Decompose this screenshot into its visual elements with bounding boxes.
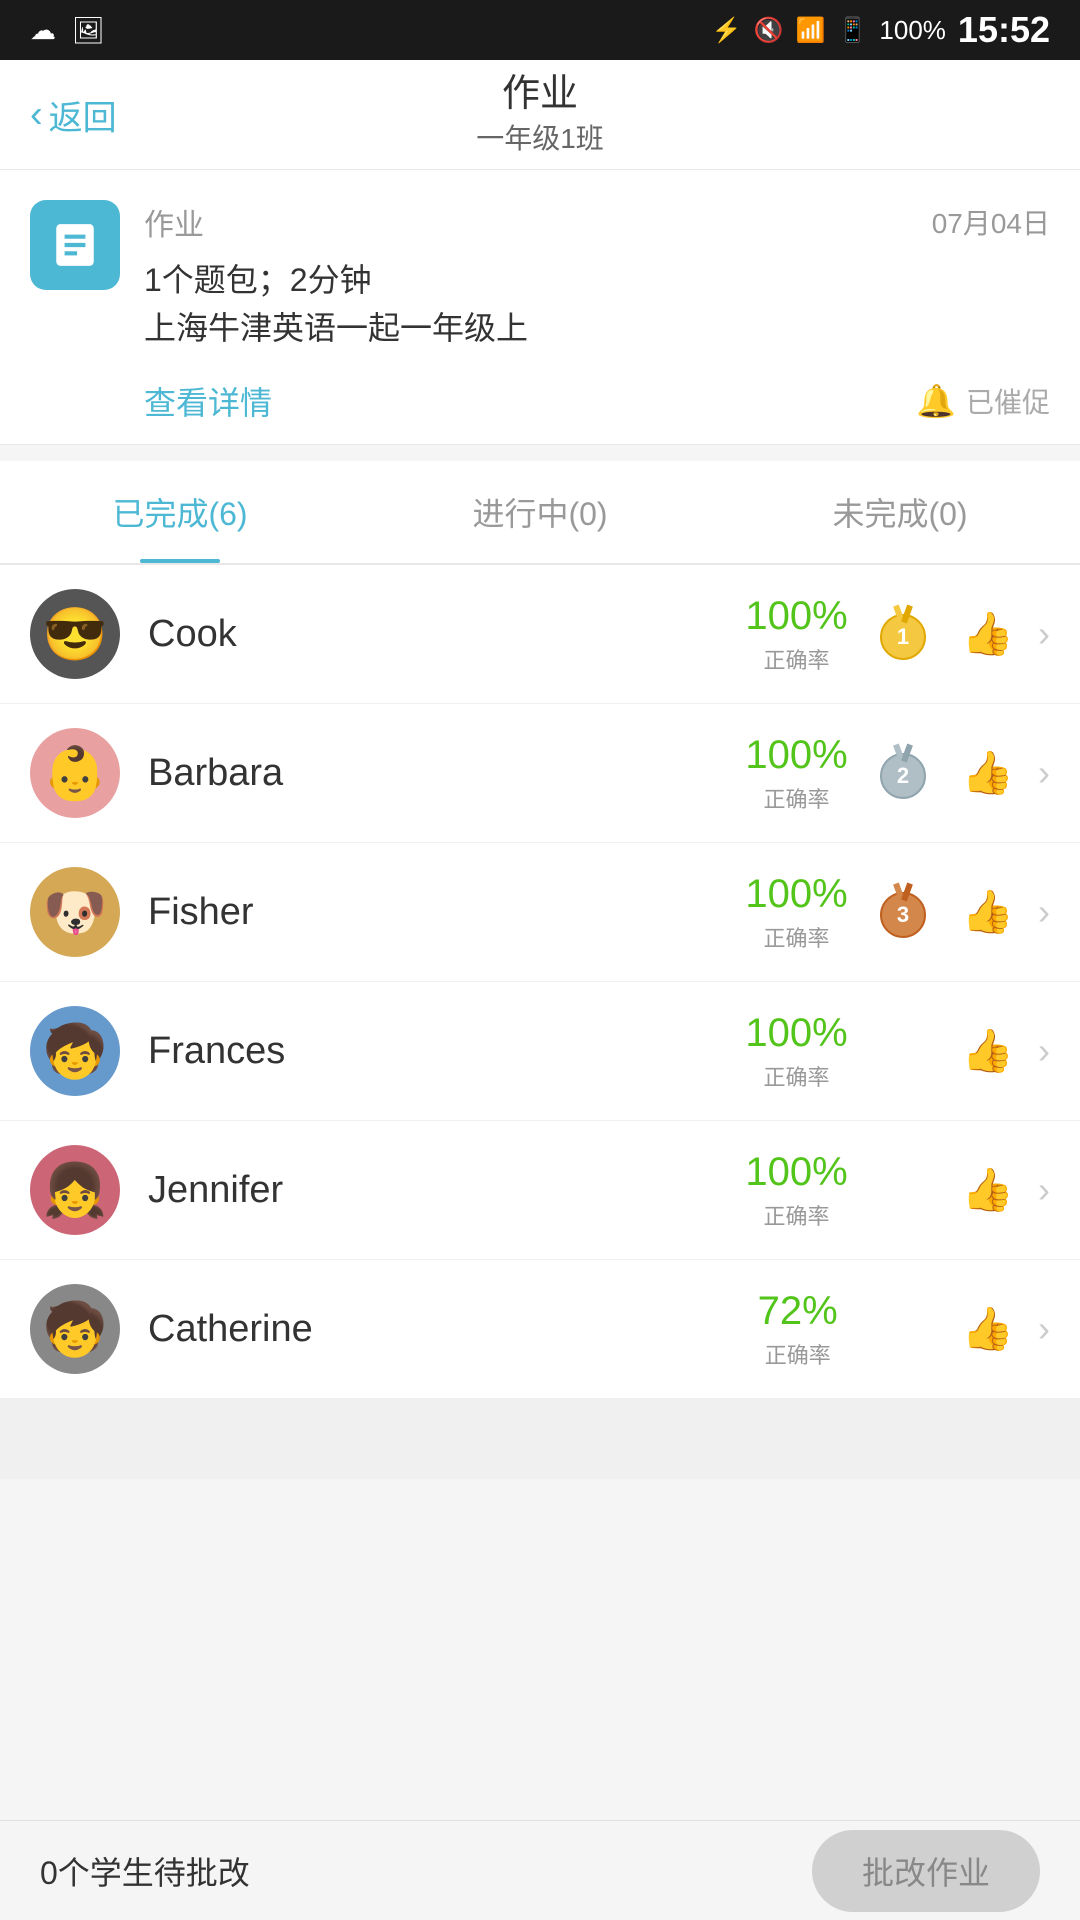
medal-bronze: 3 [868, 877, 938, 947]
view-detail-button[interactable]: 查看详情 [144, 378, 272, 424]
bottom-bar: 0个学生待批改 批改作业 [0, 1820, 1080, 1920]
score-label-cook: 正确率 [764, 643, 830, 675]
weather-icon: ☁ [30, 15, 56, 46]
back-arrow-icon: ‹ [30, 93, 43, 136]
urge-section: 🔔 已催促 [916, 381, 1050, 421]
image-icon: 🖼 [72, 15, 105, 46]
student-name-catherine: Catherine [148, 1308, 748, 1351]
avatar-catherine: 🧒 [30, 1284, 120, 1374]
score-value-fisher: 100% [745, 872, 847, 917]
chevron-right-icon-fisher: › [1038, 891, 1050, 933]
student-list: 😎 Cook 100% 正确率 1 👍 › 👶 Barbara 100% 正确率 [0, 565, 1080, 1399]
assignment-card: 作业 07月04日 1个题包；2分钟 上海牛津英语一起一年级上 查看详情 🔔 已… [0, 170, 1080, 445]
student-name-cook: Cook [148, 613, 745, 656]
student-name-frances: Frances [148, 1030, 745, 1073]
wifi-icon: 📶 [796, 16, 826, 45]
svg-text:1: 1 [897, 624, 909, 649]
chevron-right-icon-frances: › [1038, 1030, 1050, 1072]
assignment-type-label: 作业 [144, 200, 204, 244]
score-value-cook: 100% [745, 594, 847, 639]
bluetooth-icon: ⚡ [712, 16, 742, 45]
score-frances: 100% 正确率 [745, 1011, 847, 1092]
svg-text:3: 3 [897, 902, 909, 927]
status-time: 15:52 [958, 9, 1050, 51]
medal-gold: 1 [868, 599, 938, 669]
student-name-barbara: Barbara [148, 752, 745, 795]
status-left-icons: ☁ 🖼 [30, 15, 105, 46]
assignment-actions: 查看详情 🔔 已催促 [144, 368, 1050, 424]
like-button-catherine[interactable]: 👍 [962, 1305, 1014, 1354]
score-label-catherine: 正确率 [765, 1338, 831, 1370]
page-title: 作业 [502, 72, 578, 118]
battery-text: 100% [879, 15, 946, 46]
student-name-fisher: Fisher [148, 891, 745, 934]
avatar-fisher: 🐶 [30, 867, 120, 957]
bottom-spacer [0, 1479, 1080, 1599]
lines-icon [50, 220, 100, 270]
score-jennifer: 100% 正确率 [745, 1150, 847, 1231]
chevron-right-icon-jennifer: › [1038, 1169, 1050, 1211]
student-name-jennifer: Jennifer [148, 1169, 745, 1212]
chevron-right-icon-catherine: › [1038, 1308, 1050, 1350]
assignment-desc-line1: 1个题包；2分钟 [144, 256, 1050, 304]
score-cook: 100% 正确率 [745, 594, 847, 675]
page-header: ‹ 返回 作业 一年级1班 [0, 60, 1080, 170]
signal-icon: 📱 [838, 16, 868, 45]
score-value-barbara: 100% [745, 733, 847, 778]
like-button-jennifer[interactable]: 👍 [962, 1166, 1014, 1215]
chevron-right-icon-barbara: › [1038, 752, 1050, 794]
like-button-frances[interactable]: 👍 [962, 1027, 1014, 1076]
score-label-fisher: 正确率 [764, 921, 830, 953]
tab-incomplete[interactable]: 未完成(0) [720, 461, 1080, 563]
page-subtitle: 一年级1班 [476, 117, 604, 157]
mute-icon: 🔇 [754, 16, 784, 45]
score-label-frances: 正确率 [764, 1060, 830, 1092]
assignment-date: 07月04日 [932, 202, 1050, 242]
assignment-icon [30, 200, 120, 290]
back-label: 返回 [49, 90, 117, 139]
student-row[interactable]: 🧒 Catherine 72% 正确率 👍 › [0, 1260, 1080, 1399]
assignment-info: 作业 07月04日 1个题包；2分钟 上海牛津英语一起一年级上 查看详情 🔔 已… [144, 200, 1050, 424]
status-bar: ☁ 🖼 ⚡ 🔇 📶 📱 100% 15:52 [0, 0, 1080, 60]
assignment-desc-line2: 上海牛津英语一起一年级上 [144, 304, 1050, 352]
avatar-jennifer: 👧 [30, 1145, 120, 1235]
score-label-jennifer: 正确率 [764, 1199, 830, 1231]
score-fisher: 100% 正确率 [745, 872, 847, 953]
score-barbara: 100% 正确率 [745, 733, 847, 814]
list-footer [0, 1399, 1080, 1479]
student-row[interactable]: 😎 Cook 100% 正确率 1 👍 › [0, 565, 1080, 704]
score-value-catherine: 72% [758, 1289, 838, 1334]
back-button[interactable]: ‹ 返回 [30, 90, 117, 139]
avatar-frances: 🧒 [30, 1006, 120, 1096]
like-button-barbara[interactable]: 👍 [962, 749, 1014, 798]
chevron-right-icon-cook: › [1038, 613, 1050, 655]
assignment-header-row: 作业 07月04日 [144, 200, 1050, 244]
score-catherine: 72% 正确率 [748, 1289, 848, 1370]
score-label-barbara: 正确率 [764, 782, 830, 814]
like-button-cook[interactable]: 👍 [962, 610, 1014, 659]
status-right-icons: ⚡ 🔇 📶 📱 100% 15:52 [712, 9, 1050, 51]
bell-icon: 🔔 [916, 382, 956, 420]
urged-label: 已催促 [966, 381, 1050, 421]
score-value-jennifer: 100% [745, 1150, 847, 1195]
avatar-barbara: 👶 [30, 728, 120, 818]
student-row[interactable]: 👧 Jennifer 100% 正确率 👍 › [0, 1121, 1080, 1260]
score-value-frances: 100% [745, 1011, 847, 1056]
pending-students-text: 0个学生待批改 [40, 1848, 250, 1894]
student-row[interactable]: 🧒 Frances 100% 正确率 👍 › [0, 982, 1080, 1121]
svg-text:2: 2 [897, 763, 909, 788]
like-button-fisher[interactable]: 👍 [962, 888, 1014, 937]
tab-completed[interactable]: 已完成(6) [0, 461, 360, 563]
medal-silver: 2 [868, 738, 938, 808]
student-row[interactable]: 🐶 Fisher 100% 正确率 3 👍 › [0, 843, 1080, 982]
student-row[interactable]: 👶 Barbara 100% 正确率 2 👍 › [0, 704, 1080, 843]
avatar-cook: 😎 [30, 589, 120, 679]
grade-homework-button[interactable]: 批改作业 [812, 1830, 1040, 1912]
tabs-container: 已完成(6) 进行中(0) 未完成(0) [0, 461, 1080, 565]
tab-inprogress[interactable]: 进行中(0) [360, 461, 720, 563]
